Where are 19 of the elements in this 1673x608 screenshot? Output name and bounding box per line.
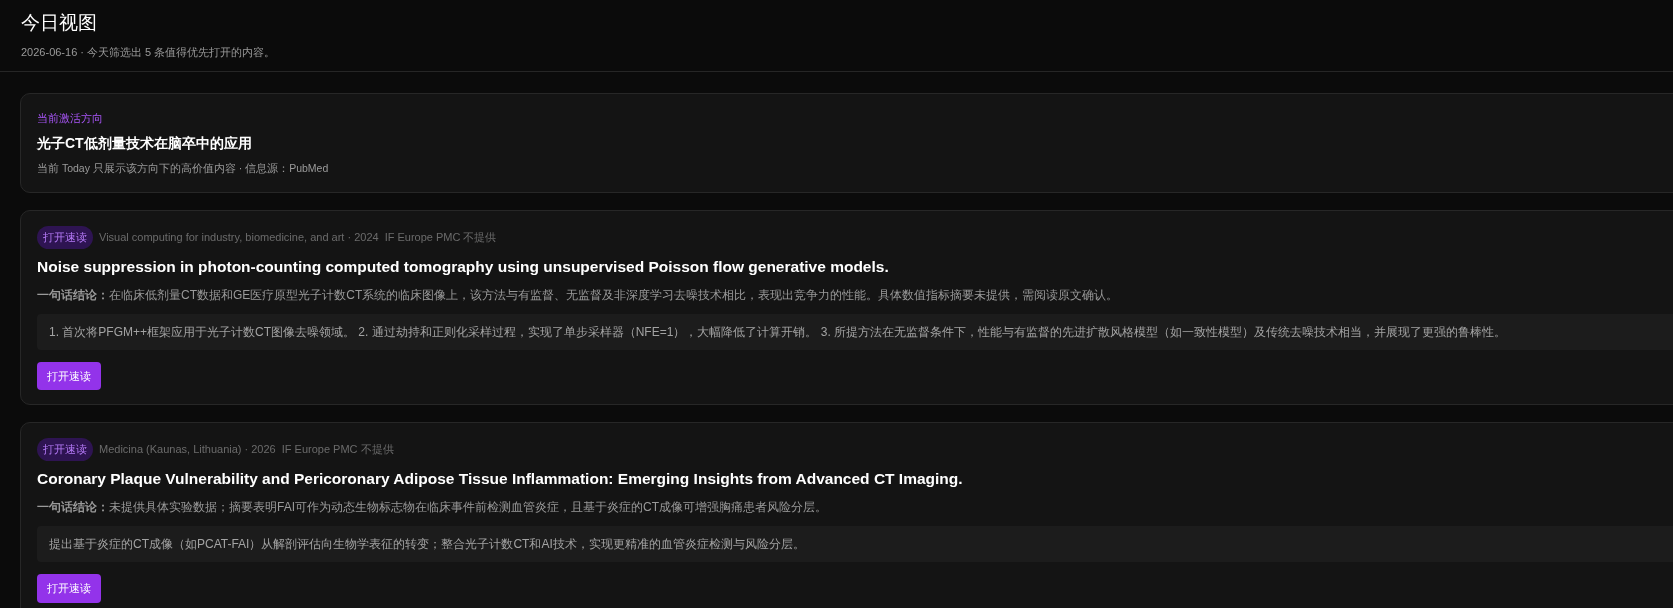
paper-tag: 打开速读 (37, 226, 93, 249)
page-title: 今日视图 (21, 11, 98, 35)
paper-conclusion: 一句话结论：未提供具体实验数据；摘要表明FAI可作为动态生物标志物在临床事件前检测血管炎症，且基于炎症的CT成像可增强胸痛患者风险分层。 (37, 499, 828, 516)
impact-factor: IF Europe PMC 不提供 (281, 442, 394, 458)
page-subtitle: 2026-06-16 · 今天筛选出 5 条值得优先打开的内容。 (21, 45, 277, 60)
focus-note: 当前 Today 只展示该方向下的高价值内容 · 信息源：PubMed (37, 160, 330, 176)
paper-tag: 打开速读 (37, 438, 93, 461)
paper-title: Coronary Plaque Vulnerability and Pericoronary Adipose Tissue Inflammation: Emerging Insights from Advanced CT Imaging. (37, 468, 964, 489)
focus-title: 光子CT低剂量技术在脑卒中的应用 (37, 133, 253, 153)
paper-highlights: 1. 首次将PFGM++框架应用于光子计数CT图像去噪领域。 2. 通过劫持和正则化采样过程，实现了单步采样器（NFE=1），大幅降低了计算开销。 3. 所提方法在无监督条件下，性能与有监督的先进扩散风格模型（如一致性模型）及传统去噪技术相当，并展现了更强的鲁棒性。 (37, 313, 1673, 350)
focus-label: 当前激活方向 (37, 111, 104, 126)
open-reading-button[interactable]: 打开速读 (37, 574, 101, 603)
paper-highlights: 提出基于炎症的CT成像（如PCAT-FAI）从解剖评估向生物学表征的转变；整合光子计数CT和AI技术，实现更精准的血管炎症检测与风险分层。 (37, 526, 1673, 562)
paper-title: Noise suppression in photon-counting computed tomography using unsupervised Poisson flow generative models. (37, 256, 890, 277)
paper-meta: Visual computing for industry, biomedicine, and art · 2024 (99, 230, 379, 245)
impact-factor: IF Europe PMC 不提供 (384, 230, 497, 245)
open-reading-button[interactable]: 打开速读 (37, 361, 101, 391)
paper-meta: Medicina (Kaunas, Lithuania) · 2026 (99, 442, 276, 458)
paper-conclusion: 一句话结论：在临床低剂量CT数据和GE医疗原型光子计数CT系统的临床图像上，该方法与有监督、无监督及非深度学习去噪技术相比，表现出竞争力的性能。具体数值指标摘要未提供，需阅读原文确认。 (37, 286, 1120, 304)
